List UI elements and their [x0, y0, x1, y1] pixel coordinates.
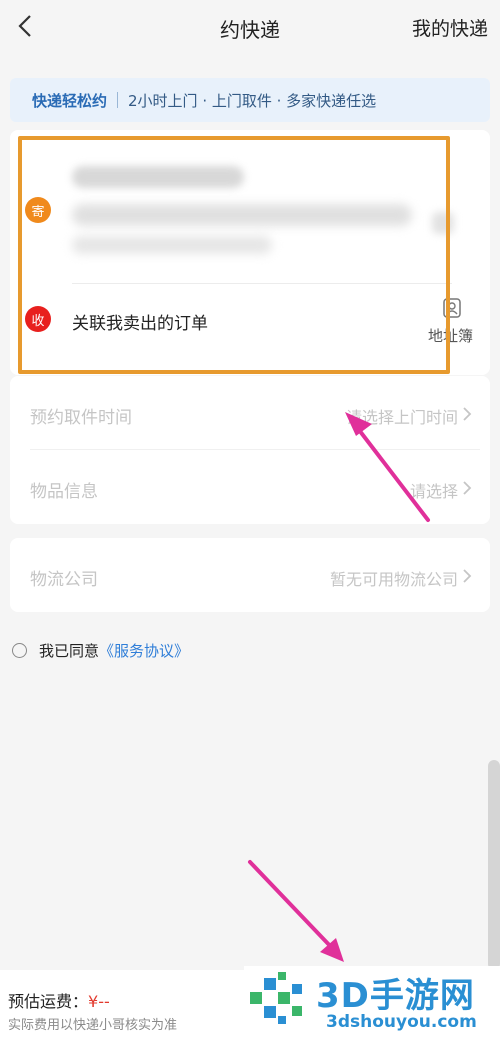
- banner-features: 2小时上门 · 上门取件 · 多家快递任选: [128, 91, 377, 110]
- watermark-logo-icon: [250, 972, 302, 1024]
- item-info-select[interactable]: 请选择: [410, 478, 458, 502]
- pickup-time-select[interactable]: 请选择上门时间: [346, 404, 458, 428]
- agreement-prefix: 我已同意: [39, 642, 100, 660]
- fee-label: 预估运费：: [8, 992, 89, 1011]
- agreement-radio[interactable]: [12, 643, 27, 658]
- estimated-fee: 预估运费：¥--: [8, 988, 110, 1012]
- banner-divider: [117, 92, 119, 108]
- agreement-row: 我已同意 《服务协议》: [12, 640, 189, 661]
- service-agreement-link[interactable]: 《服务协议》: [99, 640, 189, 661]
- promo-banner: 快递轻松约 2小时上门 · 上门取件 · 多家快递任选: [10, 78, 490, 122]
- pickup-time-label: 预约取件时间: [30, 408, 132, 428]
- highlight-box: [18, 136, 450, 374]
- annotation-arrow-2: [248, 860, 336, 952]
- chevron-right-icon: [463, 569, 472, 583]
- row-divider: [30, 449, 480, 450]
- chevron-right-icon: [463, 481, 472, 495]
- courier-select[interactable]: 暂无可用物流公司: [330, 566, 458, 590]
- courier-label: 物流公司: [30, 570, 98, 590]
- fee-value: ¥--: [88, 992, 110, 1011]
- fee-note: 实际费用以快递小哥核实为准: [8, 1018, 178, 1033]
- annotation-arrowhead-2: [320, 938, 344, 962]
- nav-bar: 约快递 我的快递: [0, 0, 500, 56]
- watermark-title: 3D手游网: [316, 976, 475, 1016]
- banner-highlight: 快递轻松约: [32, 91, 108, 110]
- scrollbar[interactable]: [488, 760, 500, 970]
- item-info-label: 物品信息: [30, 482, 98, 502]
- chevron-right-icon: [463, 407, 472, 421]
- watermark-subtitle: 3dshouyou.com: [326, 1012, 477, 1032]
- my-express-link[interactable]: 我的快递: [412, 14, 488, 41]
